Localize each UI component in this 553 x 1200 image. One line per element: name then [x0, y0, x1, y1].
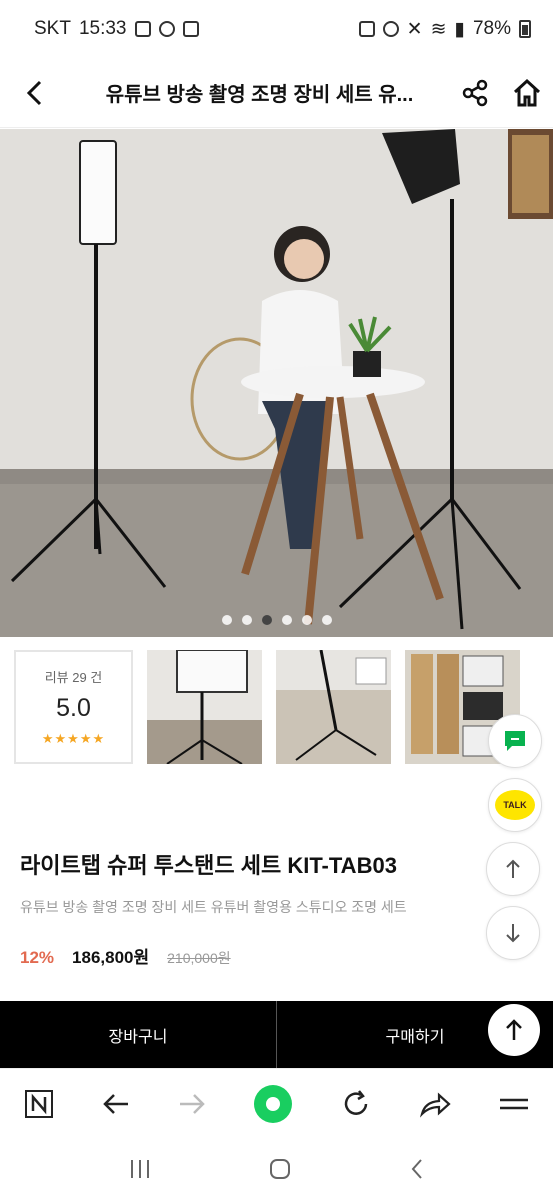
home-button-icon[interactable]	[268, 1157, 292, 1181]
purchase-action-bar: 장바구니 구매하기	[0, 1001, 553, 1068]
green-dot-icon[interactable]	[253, 1084, 293, 1124]
refresh-icon[interactable]	[341, 1089, 371, 1119]
menu-icon[interactable]	[499, 1093, 529, 1115]
system-back-icon[interactable]	[409, 1157, 425, 1181]
thumbnail-1[interactable]	[147, 650, 262, 764]
carrier: SKT	[34, 18, 71, 39]
gallery-dot[interactable]	[241, 615, 252, 625]
price-row: 12% 186,800원 210,000원	[20, 943, 231, 968]
scroll-top-button[interactable]	[488, 1004, 540, 1056]
product-title: 라이트탭 슈퍼 투스탠드 세트 KIT-TAB03	[20, 853, 397, 878]
share-arrow-icon[interactable]	[419, 1090, 451, 1118]
naver-icon[interactable]	[24, 1089, 54, 1119]
kakao-talk-button[interactable]: TALK	[488, 778, 542, 832]
star-rating: ★★★★★	[41, 731, 106, 746]
browser-back-icon[interactable]	[102, 1092, 130, 1116]
original-price: 210,000원	[167, 950, 231, 966]
down-arrow-icon	[506, 924, 520, 943]
review-score: 5.0	[56, 694, 91, 722]
back-icon	[26, 80, 42, 105]
gallery-dot[interactable]	[301, 615, 312, 625]
alarm-icon	[382, 21, 399, 37]
browser-forward-icon[interactable]	[178, 1092, 206, 1116]
gallery-dot[interactable]	[261, 615, 272, 625]
product-image-gallery[interactable]	[0, 129, 553, 637]
wifi-icon: ≋	[430, 18, 447, 40]
thumbnail-2[interactable]	[276, 650, 391, 764]
gallery-dot[interactable]	[321, 615, 332, 625]
scroll-top-icon	[506, 1019, 522, 1040]
page-header: 유튜브 방송 촬영 조명 장비 세트 유...	[0, 58, 553, 128]
up-arrow-icon	[506, 859, 520, 878]
clock: 15:33	[78, 18, 127, 39]
back-button[interactable]	[0, 58, 70, 128]
sale-price: 186,800원	[72, 948, 150, 967]
product-photo	[0, 129, 553, 637]
image-icon	[182, 21, 199, 37]
gallery-dot[interactable]	[281, 615, 292, 625]
browser-toolbar	[0, 1068, 553, 1138]
chat-icon	[505, 731, 525, 751]
review-count: 리뷰 29 건	[44, 670, 103, 685]
product-description: 유튜브 방송 촬영 조명 장비 세트 유튜버 촬영용 스튜디오 조명 세트	[20, 899, 407, 915]
scroll-down-button[interactable]	[486, 906, 540, 960]
cloud-icon	[158, 21, 175, 37]
mute-icon: ✕	[406, 18, 423, 40]
gallery-pagination[interactable]	[0, 615, 553, 625]
home-icon[interactable]	[512, 78, 542, 108]
battery-icon	[519, 20, 531, 38]
thumbnail-row: 리뷰 29 건 5.0 ★★★★★	[14, 650, 553, 764]
battery-percent: 78%	[472, 18, 511, 39]
recent-apps-icon[interactable]	[128, 1158, 152, 1180]
add-to-cart-button[interactable]: 장바구니	[0, 1001, 276, 1068]
discount-rate: 12%	[20, 948, 55, 967]
gallery-dot[interactable]	[221, 615, 232, 625]
scroll-up-button[interactable]	[486, 842, 540, 896]
chat-button[interactable]	[488, 714, 542, 768]
share-icon[interactable]	[461, 79, 489, 107]
signal-icon: ▮	[454, 18, 465, 40]
talk-icon: TALK	[495, 790, 535, 820]
review-summary[interactable]: 리뷰 29 건 5.0 ★★★★★	[14, 650, 133, 764]
system-navigation	[0, 1138, 553, 1200]
notification-icon	[134, 21, 151, 37]
page-title: 유튜브 방송 촬영 조명 장비 세트 유...	[105, 84, 414, 106]
status-bar: SKT 15:33 ✕ ≋ ▮ 78%	[0, 0, 553, 58]
app-icon	[358, 21, 375, 37]
